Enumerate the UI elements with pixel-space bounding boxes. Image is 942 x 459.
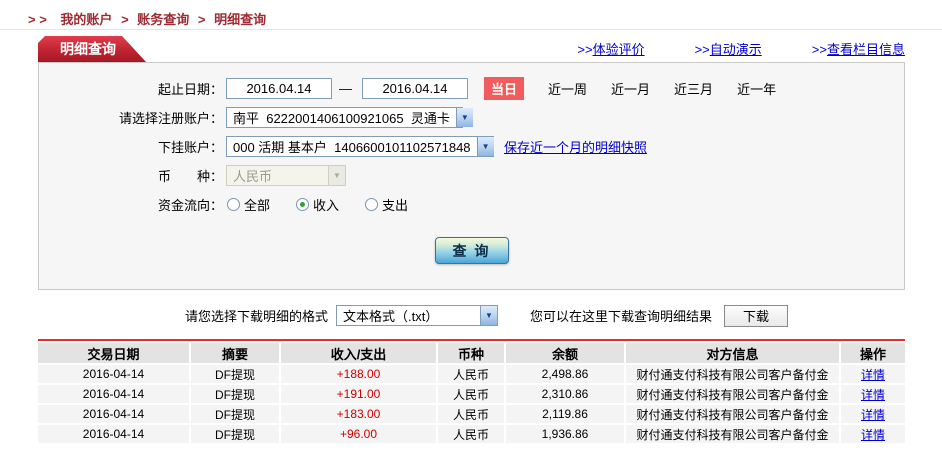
col-header-action: 操作 [840, 343, 905, 365]
cell-balance: 1,936.86 [505, 424, 626, 445]
cell-amount: +183.00 [280, 404, 438, 425]
currency-row: 币 种： 人民币 ▼ [39, 164, 904, 186]
currency-select: 人民币 ▼ [226, 164, 346, 186]
dropdown-arrow-icon: ▼ [455, 107, 473, 127]
table-top-rule [38, 339, 905, 341]
detail-link[interactable]: 详情 [861, 408, 885, 422]
col-header-counterparty: 对方信息 [625, 343, 841, 365]
register-account-value: 南平 6222001406100921065 灵通卡 [233, 110, 450, 126]
tab-bar: 明细查询 >>体验评价 >>自动演示 >>查看栏目信息 [38, 36, 905, 62]
cell-counterparty: 财付通支付科技有限公司客户备付金 [625, 424, 841, 445]
col-header-date: 交易日期 [38, 343, 191, 365]
breadcrumb-prefix: > > [28, 12, 47, 27]
cell-summary: DF提现 [190, 404, 281, 425]
date-range-row: 起止日期： — 当日 近一周 近一月 近三月 近一年 [39, 76, 904, 100]
cell-date: 2016-04-14 [38, 364, 191, 385]
download-format-label: 请您选择下载明细的格式 [185, 309, 329, 324]
breadcrumb-separator: > [197, 12, 206, 27]
dropdown-arrow-icon: ▼ [480, 306, 498, 325]
table-row: 2016-04-14 DF提现 +96.00 人民币 1,936.86 财付通支… [38, 424, 905, 445]
cell-date: 2016-04-14 [38, 424, 191, 445]
table-row: 2016-04-14 DF提现 +188.00 人民币 2,498.86 财付通… [38, 364, 905, 385]
table-row: 2016-04-14 DF提现 +183.00 人民币 2,119.86 财付通… [38, 404, 905, 425]
detail-link[interactable]: 详情 [861, 428, 885, 442]
radio-flow-all-label[interactable]: 全部 [244, 195, 270, 214]
cell-counterparty: 财付通支付科技有限公司客户备付金 [625, 404, 841, 425]
register-account-label: 请选择注册账户： [118, 110, 223, 126]
cell-summary: DF提现 [190, 384, 281, 405]
breadcrumb-bar: > > 我的账户 > 账务查询 > 明细查询 [0, 0, 942, 30]
table-header-row: 交易日期 摘要 收入/支出 币种 余额 对方信息 操作 [38, 343, 905, 365]
flow-direction-label: 资金流向： [157, 197, 223, 213]
date-range-label: 起止日期： [157, 81, 223, 97]
col-header-amount: 收入/支出 [280, 343, 438, 365]
register-account-row: 请选择注册账户： 南平 6222001406100921065 灵通卡 ▼ [39, 106, 904, 128]
cell-date: 2016-04-14 [38, 404, 191, 425]
link-experience-rating[interactable]: >>体验评价 [577, 39, 644, 58]
download-hint: 您可以在这里下载查询明细结果 [530, 309, 713, 324]
cell-balance: 2,310.86 [505, 384, 626, 405]
tab-detail-query[interactable]: 明细查询 [38, 36, 146, 62]
quick-link-last-week[interactable]: 近一周 [548, 79, 587, 98]
cell-amount: +191.00 [280, 384, 438, 405]
radio-flow-expense[interactable] [365, 197, 379, 211]
detail-link[interactable]: 详情 [861, 388, 885, 402]
col-header-summary: 摘要 [190, 343, 281, 365]
breadcrumb-separator: > [121, 12, 129, 27]
col-header-currency: 币种 [437, 343, 506, 365]
cell-counterparty: 财付通支付科技有限公司客户备付金 [625, 364, 841, 385]
transaction-table: 交易日期 摘要 收入/支出 币种 余额 对方信息 操作 2016-04-14 D… [38, 343, 905, 445]
breadcrumb-item-account-query[interactable]: 账务查询 [137, 12, 189, 27]
sub-account-value: 000 活期 基本户 1406600101102571848 [233, 139, 471, 155]
quick-link-last-year[interactable]: 近一年 [737, 79, 776, 98]
cell-balance: 2,119.86 [505, 404, 626, 425]
cell-summary: DF提现 [190, 424, 281, 445]
cell-amount: +96.00 [280, 424, 438, 445]
download-button[interactable]: 下载 [724, 304, 789, 327]
radio-flow-all[interactable] [227, 197, 240, 211]
today-badge[interactable]: 当日 [484, 76, 525, 100]
radio-flow-expense-label[interactable]: 支出 [382, 195, 408, 214]
cell-balance: 2,498.86 [505, 364, 626, 385]
breadcrumb-item-my-account[interactable]: 我的账户 [60, 12, 112, 27]
save-snapshot-link[interactable]: 保存近一个月的明细快照 [504, 137, 647, 156]
date-dash: — [339, 80, 352, 96]
query-form-panel: 起止日期： — 当日 近一周 近一月 近三月 近一年 请选择注册账户： 南平 6… [38, 62, 905, 290]
quick-link-last-3-months[interactable]: 近三月 [674, 79, 713, 98]
breadcrumb-item-detail-query[interactable]: 明细查询 [214, 12, 266, 27]
cell-amount: +188.00 [280, 364, 438, 385]
quick-link-last-month[interactable]: 近一月 [611, 79, 650, 98]
cell-summary: DF提现 [190, 364, 281, 385]
cell-currency: 人民币 [437, 404, 506, 425]
col-header-balance: 余额 [505, 343, 626, 365]
table-row: 2016-04-14 DF提现 +191.00 人民币 2,310.86 财付通… [38, 384, 905, 405]
sub-account-label: 下挂账户： [157, 139, 223, 155]
dropdown-arrow-icon: ▼ [328, 165, 345, 185]
sub-account-select[interactable]: 000 活期 基本户 1406600101102571848 ▼ [226, 135, 494, 157]
sub-account-row: 下挂账户： 000 活期 基本户 1406600101102571848 ▼ 保… [39, 135, 904, 157]
link-view-column-info[interactable]: >>查看栏目信息 [812, 39, 905, 58]
currency-label: 币 种： [157, 168, 223, 184]
cell-currency: 人民币 [437, 364, 506, 385]
radio-flow-income-label[interactable]: 收入 [313, 195, 339, 214]
cell-currency: 人民币 [437, 384, 506, 405]
query-button[interactable]: 查 询 [434, 237, 509, 264]
cell-counterparty: 财付通支付科技有限公司客户备付金 [625, 384, 841, 405]
detail-link[interactable]: 详情 [861, 368, 885, 382]
flow-direction-row: 资金流向： 全部 收入 支出 [39, 193, 904, 215]
cell-date: 2016-04-14 [38, 384, 191, 405]
start-date-input[interactable] [226, 77, 332, 99]
register-account-select[interactable]: 南平 6222001406100921065 灵通卡 ▼ [226, 106, 473, 128]
download-format-select[interactable]: 文本格式（.txt） ▼ [336, 305, 499, 326]
dropdown-arrow-icon: ▼ [476, 136, 494, 156]
download-row: 请您选择下载明细的格式 文本格式（.txt） ▼ 您可以在这里下载查询明细结果 … [185, 304, 905, 327]
link-auto-demo[interactable]: >>自动演示 [695, 39, 762, 58]
radio-flow-income[interactable] [296, 197, 310, 211]
currency-value: 人民币 [233, 168, 273, 184]
breadcrumb: > > 我的账户 > 账务查询 > 明细查询 [28, 12, 266, 27]
cell-currency: 人民币 [437, 424, 506, 445]
end-date-input[interactable] [362, 77, 468, 99]
download-format-value: 文本格式（.txt） [343, 309, 439, 324]
